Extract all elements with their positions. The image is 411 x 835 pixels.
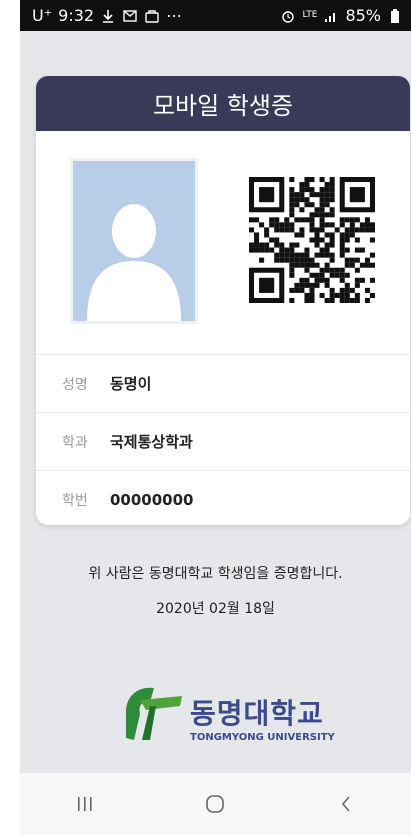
name-label: 성명 xyxy=(62,376,88,393)
student-number-value: 00000000 xyxy=(110,490,194,509)
certification-text: 위 사람은 동명대학교 학생임을 증명합니다. xyxy=(88,566,343,582)
info-row-student-number: 학번 00000000 xyxy=(36,470,410,525)
alarm-icon xyxy=(280,8,296,24)
university-logo: 동명대학교 TONGMYONG UNIVERSITY xyxy=(120,682,340,754)
department-label: 학과 xyxy=(62,434,88,451)
issue-date: 2020년 02월 18일 xyxy=(156,601,275,617)
phone-screen: U⁺ 9:32 ⋯ LTE 85% 모바일 학생증 성명 동명이 학과 국제통상… xyxy=(20,0,411,835)
carrier-label: U⁺ xyxy=(32,6,53,25)
mail-icon xyxy=(122,8,138,24)
card-title: 모바일 학생증 xyxy=(36,76,410,131)
back-button[interactable] xyxy=(316,782,376,826)
app-icon xyxy=(144,8,160,24)
recent-apps-icon xyxy=(78,797,92,811)
network-type-label: LTE xyxy=(302,10,318,20)
system-nav-bar xyxy=(20,773,411,835)
recent-apps-button[interactable] xyxy=(55,782,115,826)
qr-code xyxy=(232,154,391,326)
time-label: 9:32 xyxy=(58,6,95,25)
qr-code-image xyxy=(248,177,375,303)
status-left: U⁺ 9:32 ⋯ xyxy=(20,6,182,25)
info-row-name: 성명 동명이 xyxy=(36,354,410,412)
home-button[interactable] xyxy=(185,782,245,826)
name-value: 동명이 xyxy=(110,375,152,393)
battery-icon xyxy=(387,8,403,24)
battery-percent: 85% xyxy=(345,6,381,25)
back-icon xyxy=(341,796,350,812)
profile-photo xyxy=(70,158,198,324)
student-number-label: 학번 xyxy=(62,492,88,509)
avatar-silhouette-icon xyxy=(73,161,195,321)
info-row-department: 학과 국제통상학과 xyxy=(36,412,410,470)
home-icon xyxy=(206,795,225,813)
department-value: 국제통상학과 xyxy=(110,433,193,451)
status-bar: U⁺ 9:32 ⋯ LTE 85% xyxy=(20,0,411,31)
signal-icon xyxy=(323,8,339,24)
university-name: 동명대학교 xyxy=(190,697,324,730)
more-notifications-icon: ⋯ xyxy=(166,6,183,25)
university-emblem-icon xyxy=(126,687,182,740)
student-id-card: 모바일 학생증 성명 동명이 학과 국제통상학과 학번 00000000 xyxy=(36,76,410,525)
status-right: LTE 85% xyxy=(280,6,411,25)
download-icon xyxy=(100,8,116,24)
university-english-name: TONGMYONG UNIVERSITY xyxy=(190,732,335,743)
